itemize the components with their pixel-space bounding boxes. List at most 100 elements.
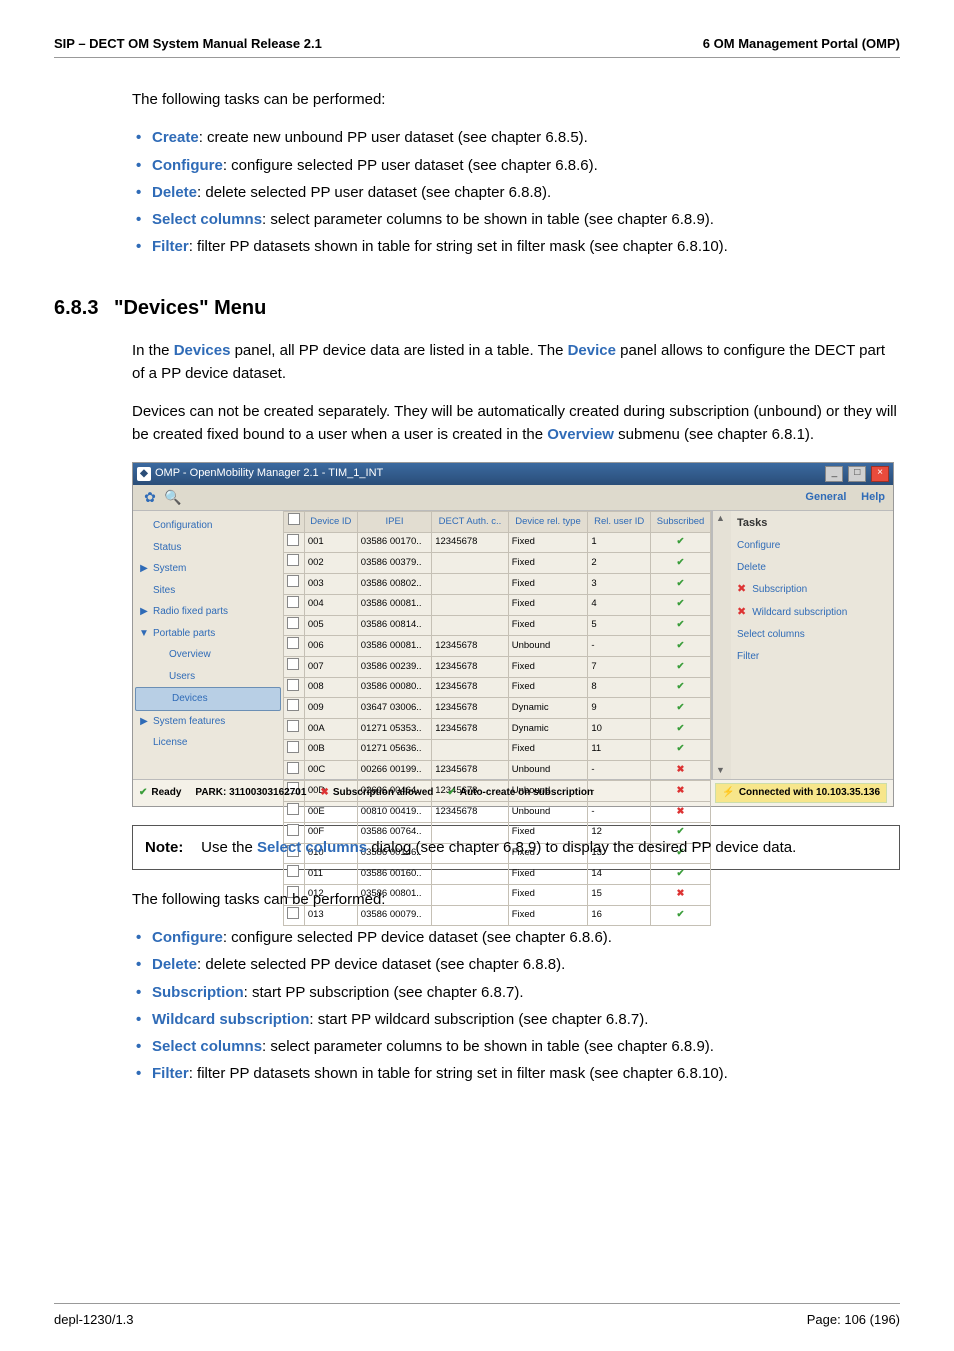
list-item: Configure: configure selected PP device … — [132, 926, 900, 949]
maximize-button[interactable]: □ — [848, 466, 866, 482]
term: Select columns — [152, 211, 262, 228]
desc: : select parameter columns to be shown i… — [262, 211, 714, 228]
section-title: "Devices" Menu — [114, 297, 266, 319]
table-row[interactable]: 00803586 00080..12345678Fixed8✔ — [284, 677, 711, 698]
help-link[interactable]: Help — [861, 491, 885, 503]
status-ready: ✔Ready — [139, 785, 181, 801]
term: Delete — [152, 184, 197, 201]
desc: : create new unbound PP user dataset (se… — [199, 129, 588, 146]
gear-icon[interactable]: ✿ — [141, 488, 159, 506]
task-subscription[interactable]: ✖Subscription — [737, 581, 887, 598]
general-link[interactable]: General — [805, 491, 846, 503]
desc: : filter PP datasets shown in table for … — [189, 238, 728, 255]
nav-overview[interactable]: Overview — [133, 644, 283, 666]
list-item: Configure: configure selected PP user da… — [132, 154, 900, 177]
table-row[interactable]: 00203586 00379..Fixed2✔ — [284, 553, 711, 574]
nav-license[interactable]: License — [133, 732, 283, 754]
table-row[interactable]: 00303586 00802..Fixed3✔ — [284, 574, 711, 595]
list-item: Select columns: select parameter columns… — [132, 1035, 900, 1058]
status-park: PARK: 31100303162701 — [195, 785, 306, 801]
page-header: SIP – DECT OM System Manual Release 2.1 … — [54, 36, 900, 58]
intro-line: The following tasks can be performed: — [132, 88, 900, 111]
nav-radio-fixed[interactable]: ▶Radio fixed parts — [133, 601, 283, 623]
footer-left: depl-1230/1.3 — [54, 1312, 134, 1327]
term-overview: Overview — [547, 426, 614, 443]
task-filter[interactable]: Filter — [737, 649, 887, 665]
search-icon[interactable]: 🔍 — [164, 488, 182, 506]
minimize-button[interactable]: _ — [825, 466, 843, 482]
nav-tree: Configuration Status ▶System Sites ▶Radi… — [133, 511, 283, 779]
table-row[interactable]: 01103586 00160..Fixed14✔ — [284, 864, 711, 885]
col-header[interactable]: IPEI — [357, 512, 431, 533]
nav-system[interactable]: ▶System — [133, 558, 283, 580]
status-auto-create: ✔Auto-create on subscription — [447, 785, 593, 801]
tasks-title: Tasks — [737, 515, 887, 532]
col-header[interactable]: DECT Auth. c.. — [432, 512, 509, 533]
table-row[interactable]: 00703586 00239..12345678Fixed7✔ — [284, 657, 711, 678]
task-bullets: Configure: configure selected PP device … — [132, 926, 900, 1086]
col-header[interactable]: Subscribed — [651, 512, 711, 533]
col-header[interactable] — [284, 512, 305, 533]
table-row[interactable]: 00C00266 00199..12345678Unbound-✖ — [284, 760, 711, 781]
nav-portable-parts[interactable]: ▼Portable parts — [133, 623, 283, 645]
table-row[interactable]: 00503586 00814..Fixed5✔ — [284, 615, 711, 636]
col-header[interactable]: Device ID — [304, 512, 357, 533]
list-item: Delete: delete selected PP user dataset … — [132, 181, 900, 204]
note-term: Select columns — [257, 839, 367, 856]
term-device: Device — [568, 342, 616, 359]
table-row[interactable]: 00A01271 05353..12345678Dynamic10✔ — [284, 719, 711, 740]
header-left: SIP – DECT OM System Manual Release 2.1 — [54, 36, 322, 51]
close-button[interactable]: × — [871, 466, 889, 482]
list-item: Filter: filter PP datasets shown in tabl… — [132, 1062, 900, 1085]
list-item: Filter: filter PP datasets shown in tabl… — [132, 235, 900, 258]
footer-right: Page: 106 (196) — [807, 1312, 900, 1327]
x-icon: ✖ — [737, 604, 746, 621]
window-titlebar[interactable]: ◆ OMP - OpenMobility Manager 2.1 - TIM_1… — [133, 463, 893, 485]
task-configure[interactable]: Configure — [737, 538, 887, 554]
desc: : configure selected PP user dataset (se… — [223, 157, 598, 174]
header-right: 6 OM Management Portal (OMP) — [703, 36, 900, 51]
para-1: In the Devices panel, all PP device data… — [132, 339, 900, 386]
nav-users[interactable]: Users — [133, 666, 283, 688]
table-row[interactable]: 00403586 00081..Fixed4✔ — [284, 594, 711, 615]
nav-devices[interactable]: Devices — [135, 687, 281, 711]
nav-sites[interactable]: Sites — [133, 580, 283, 602]
task-delete[interactable]: Delete — [737, 560, 887, 576]
status-sub-allowed: ✖Subscription allowed — [320, 785, 433, 801]
app-icon: ◆ — [137, 467, 151, 481]
section-number: 6.8.3 — [54, 293, 114, 324]
top-bullets: Create: create new unbound PP user datas… — [132, 126, 900, 258]
table-scrollbar[interactable] — [712, 511, 731, 779]
col-header[interactable]: Device rel. type — [508, 512, 588, 533]
table-row[interactable]: 00B01271 05636..Fixed11✔ — [284, 739, 711, 760]
list-item: Wildcard subscription: start PP wildcard… — [132, 1008, 900, 1031]
term-devices: Devices — [174, 342, 231, 359]
list-item: Select columns: select parameter columns… — [132, 208, 900, 231]
task-select-columns[interactable]: Select columns — [737, 627, 887, 643]
task-wildcard[interactable]: ✖Wildcard subscription — [737, 604, 887, 621]
x-icon: ✖ — [737, 581, 746, 598]
nav-configuration[interactable]: Configuration — [133, 515, 283, 537]
list-item: Create: create new unbound PP user datas… — [132, 126, 900, 149]
status-connected: ⚡Connected with 10.103.35.136 — [715, 783, 887, 803]
nav-status[interactable]: Status — [133, 537, 283, 559]
desc: : delete selected PP user dataset (see c… — [197, 184, 551, 201]
list-item: Subscription: start PP subscription (see… — [132, 981, 900, 1004]
devices-table[interactable]: Device IDIPEIDECT Auth. c..Device rel. t… — [283, 511, 711, 926]
col-header[interactable]: Rel. user ID — [588, 512, 651, 533]
table-row[interactable]: 00E00810 00419..12345678Unbound-✖ — [284, 802, 711, 823]
para-2: Devices can not be created separately. T… — [132, 400, 900, 447]
tasks-panel: Tasks Configure Delete ✖Subscription ✖Wi… — [731, 511, 893, 779]
term: Create — [152, 129, 199, 146]
table-row[interactable]: 00603586 00081..12345678Unbound-✔ — [284, 636, 711, 657]
page-footer: depl-1230/1.3 Page: 106 (196) — [54, 1303, 900, 1327]
nav-system-features[interactable]: ▶System features — [133, 711, 283, 733]
table-row[interactable]: 00903647 03006..12345678Dynamic9✔ — [284, 698, 711, 719]
section-heading: 6.8.3"Devices" Menu — [54, 293, 900, 324]
toolbar: ✿ 🔍 General Help — [133, 485, 893, 512]
note-label: Note: — [145, 836, 197, 859]
term: Configure — [152, 157, 223, 174]
term: Filter — [152, 238, 189, 255]
table-row[interactable]: 00103586 00170..12345678Fixed1✔ — [284, 532, 711, 553]
window-title: OMP - OpenMobility Manager 2.1 - TIM_1_I… — [155, 465, 823, 482]
